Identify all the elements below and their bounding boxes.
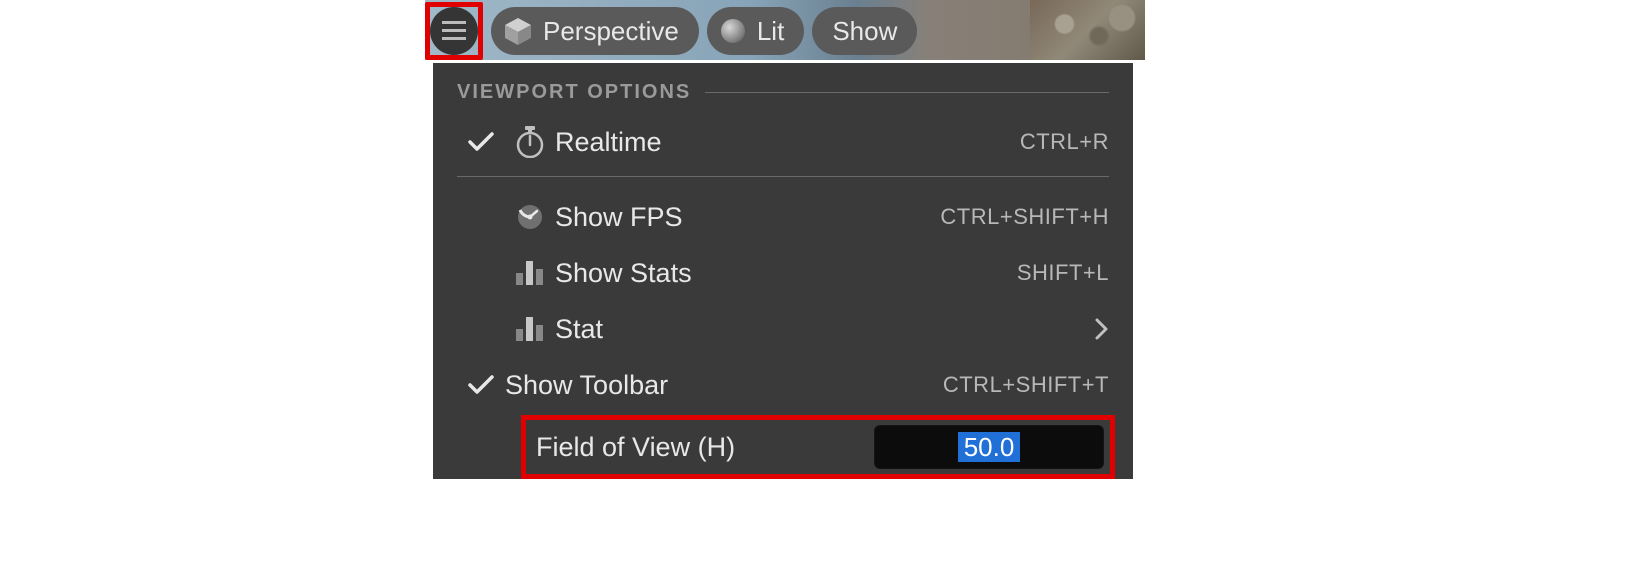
menu-item-shortcut: CTRL+SHIFT+H [940,204,1109,230]
section-divider [705,92,1109,93]
fov-value: 50.0 [958,432,1021,463]
sphere-icon [719,17,747,45]
highlight-field-of-view: Field of View (H) 50.0 [521,415,1115,479]
bar-chart-icon [505,317,555,341]
viewport-options-button[interactable] [430,7,478,55]
menu-divider [457,176,1109,177]
viewport-toolbar: Perspective Lit Show [425,2,917,60]
show-label: Show [832,16,897,47]
menu-item-show-fps[interactable]: Show FPS CTRL+SHIFT+H [433,189,1133,245]
rock-texture [1030,0,1145,60]
fov-label: Field of View (H) [536,432,874,463]
viewport-options-menu: VIEWPORT OPTIONS Realtime CTRL+R [433,63,1133,479]
menu-item-stat[interactable]: Stat [433,301,1133,357]
bar-chart-icon [505,261,555,285]
menu-item-shortcut: CTRL+SHIFT+T [943,372,1109,398]
perspective-button[interactable]: Perspective [491,7,699,55]
perspective-label: Perspective [543,16,679,47]
menu-item-shortcut: CTRL+R [1020,129,1109,155]
gauge-icon [505,202,555,232]
highlight-hamburger [425,2,483,60]
lit-button[interactable]: Lit [707,7,804,55]
lit-label: Lit [757,16,784,47]
menu-item-show-stats[interactable]: Show Stats SHIFT+L [433,245,1133,301]
check-icon [457,374,505,396]
fov-input[interactable]: 50.0 [874,425,1104,469]
menu-item-label: Stat [555,314,1095,345]
menu-item-label: Realtime [555,127,1020,158]
section-header: VIEWPORT OPTIONS [433,81,1133,114]
chevron-right-icon [1095,318,1109,340]
stopwatch-icon [505,126,555,158]
menu-item-label: Show Stats [555,258,1017,289]
viewport-area: Perspective Lit Show [425,0,1145,571]
menu-item-show-toolbar[interactable]: Show Toolbar CTRL+SHIFT+T [433,357,1133,413]
hamburger-icon [442,21,466,41]
section-title: VIEWPORT OPTIONS [457,81,691,104]
check-icon [457,131,505,153]
menu-item-realtime[interactable]: Realtime CTRL+R [433,114,1133,170]
menu-item-shortcut: SHIFT+L [1017,260,1109,286]
menu-item-label: Show FPS [555,202,940,233]
cube-icon [503,16,533,46]
menu-item-label: Show Toolbar [505,370,943,401]
show-button[interactable]: Show [812,7,917,55]
